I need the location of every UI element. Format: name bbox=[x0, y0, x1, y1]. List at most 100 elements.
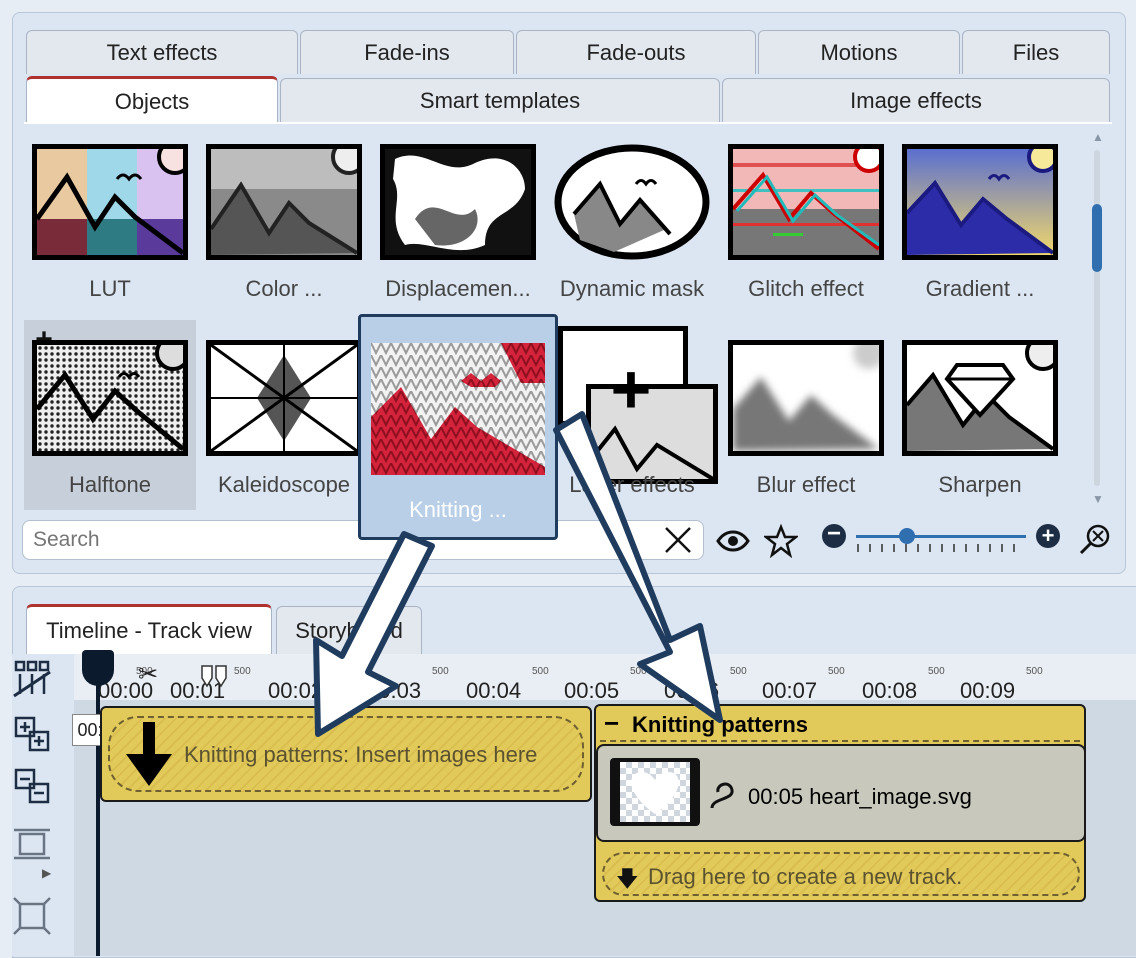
tab-motions[interactable]: Motions bbox=[758, 30, 960, 74]
star-icon[interactable] bbox=[762, 523, 800, 559]
ruler-sub-label: 500 bbox=[234, 666, 251, 677]
effect-tile-kaleidoscope[interactable]: Kaleidoscope bbox=[198, 320, 370, 510]
chevron-right-icon[interactable]: ▶ bbox=[42, 866, 51, 880]
color-thumbnail-icon bbox=[206, 144, 362, 260]
blur-thumbnail-icon bbox=[728, 340, 884, 456]
remove-track-icon[interactable] bbox=[12, 766, 52, 806]
glitch-thumbnail-icon bbox=[728, 144, 884, 260]
zoom-fit-icon[interactable] bbox=[1078, 522, 1112, 556]
kaleidoscope-thumbnail-icon bbox=[206, 340, 362, 456]
expand-track-icon[interactable] bbox=[12, 824, 52, 864]
effect-label: LUT bbox=[89, 276, 131, 301]
tab-smart-templates[interactable]: Smart templates bbox=[280, 78, 720, 122]
playhead-line[interactable] bbox=[96, 654, 100, 956]
effect-label: Layer effects bbox=[569, 472, 695, 497]
effect-label: Kaleidoscope bbox=[217, 472, 351, 497]
fit-track-icon[interactable] bbox=[12, 896, 52, 936]
ruler-sub-label: 500 bbox=[828, 666, 845, 677]
tab-timeline-track-view[interactable]: Timeline - Track view bbox=[26, 604, 272, 654]
halftone-thumbnail-icon bbox=[32, 340, 188, 456]
tab-label: Fade-ins bbox=[364, 39, 450, 65]
scroll-thumb[interactable] bbox=[1092, 204, 1102, 272]
lut-thumbnail-icon bbox=[32, 144, 188, 260]
ruler-sub-label: 500 bbox=[928, 666, 945, 677]
add-track-icon[interactable] bbox=[12, 714, 52, 754]
zoom-slider-track[interactable] bbox=[856, 535, 1026, 538]
effect-tile-blur[interactable]: Blur effect bbox=[720, 320, 892, 510]
effect-tile-lut[interactable]: LUT bbox=[24, 124, 196, 314]
scissors-icon[interactable]: ✂ bbox=[138, 660, 158, 689]
effect-tile-color[interactable]: Color ... bbox=[198, 124, 370, 314]
tab-storyboard[interactable]: Storyboard bbox=[276, 606, 422, 654]
tab-files[interactable]: Files bbox=[962, 30, 1110, 74]
track-divider bbox=[600, 740, 1080, 742]
tab-fade-ins[interactable]: Fade-ins bbox=[300, 30, 514, 74]
gradient-thumbnail-icon bbox=[902, 144, 1058, 260]
timeline-ruler[interactable]: 00:00 00:01 00:02 00:03 00:04 00:05 00:0… bbox=[74, 654, 1136, 703]
tracks-tool-icon[interactable] bbox=[12, 658, 52, 698]
collapse-icon[interactable]: − bbox=[604, 708, 619, 739]
scroll-rail bbox=[1094, 150, 1100, 486]
eye-icon[interactable] bbox=[716, 526, 750, 556]
ruler-sub-label: 500 bbox=[630, 666, 647, 677]
effect-tile-layer-effects[interactable]: + Layer effects bbox=[546, 320, 718, 510]
scroll-down-icon[interactable]: ▼ bbox=[1092, 492, 1104, 506]
tab-image-effects[interactable]: Image effects bbox=[722, 78, 1110, 122]
effect-tile-sharpen[interactable]: Sharpen bbox=[894, 320, 1066, 510]
effect-tile-dynamic-mask[interactable]: Dynamic mask bbox=[546, 124, 718, 314]
tab-text-effects[interactable]: Text effects bbox=[26, 30, 298, 74]
tab-label: Storyboard bbox=[295, 617, 403, 643]
effect-label: Color ... bbox=[245, 276, 323, 301]
scroll-up-icon[interactable]: ▲ bbox=[1092, 130, 1104, 144]
knitting-thumbnail-icon bbox=[371, 343, 545, 475]
zoom-out-icon[interactable]: − bbox=[822, 522, 846, 548]
effect-tile-displacement[interactable]: Displacemen... bbox=[372, 124, 544, 314]
effect-tile-glitch[interactable]: Glitch effect bbox=[720, 124, 892, 314]
tab-objects[interactable]: Objects bbox=[26, 76, 278, 124]
sharpen-thumbnail-icon bbox=[902, 340, 1058, 456]
arrow-down-small-icon: 🡇 bbox=[616, 866, 639, 891]
tab-label: Text effects bbox=[106, 39, 218, 65]
heart-thumbnail-icon bbox=[620, 762, 690, 822]
track-group-title: Knitting patterns bbox=[632, 712, 808, 737]
dragged-effect-knitting[interactable]: Knitting ... bbox=[358, 314, 558, 540]
clear-search-icon[interactable] bbox=[662, 524, 694, 556]
effect-label: Glitch effect bbox=[748, 276, 864, 301]
ruler-sub-label: 500 bbox=[432, 666, 449, 677]
tab-label: Motions bbox=[820, 39, 898, 65]
ruler-sub-label: 500 bbox=[532, 666, 549, 677]
effect-label: Blur effect bbox=[756, 472, 856, 497]
marker-icon[interactable] bbox=[200, 664, 230, 688]
clip-info: 00:05 heart_image.svg bbox=[748, 784, 972, 810]
zoom-in-icon[interactable]: + bbox=[1036, 524, 1060, 548]
arrow-down-icon bbox=[124, 722, 174, 790]
tab-fade-outs[interactable]: Fade-outs bbox=[516, 30, 756, 74]
tab-label: Smart templates bbox=[419, 87, 581, 113]
tab-label: Image effects bbox=[850, 87, 982, 113]
effect-label: Sharpen bbox=[938, 472, 1022, 497]
effect-label: Gradient ... bbox=[925, 276, 1035, 301]
tab-label: Fade-outs bbox=[586, 39, 686, 65]
ruler-sub-label: 500 bbox=[730, 666, 747, 677]
effect-label: Dynamic mask bbox=[559, 276, 705, 301]
clip-name: heart_image.svg bbox=[809, 784, 972, 809]
tab-label: Files bbox=[1012, 39, 1060, 65]
insert-images-hint: Knitting patterns: Insert images here bbox=[184, 742, 538, 767]
dynamic-mask-thumbnail-icon bbox=[554, 144, 710, 260]
dragged-effect-label: Knitting ... bbox=[409, 497, 507, 522]
playhead-handle-icon[interactable] bbox=[82, 650, 114, 686]
ruler-sub-label: 500 bbox=[334, 666, 351, 677]
tab-label: Objects bbox=[114, 88, 190, 114]
ruler-sub-label: 500 bbox=[1026, 666, 1043, 677]
effect-label: Displacemen... bbox=[385, 276, 531, 301]
new-track-hint: Drag here to create a new track. bbox=[648, 864, 963, 889]
effect-label: Halftone bbox=[69, 472, 151, 497]
effect-tile-gradient[interactable]: Gradient ... bbox=[894, 124, 1066, 314]
plus-icon: + bbox=[610, 350, 652, 428]
clip-thumbnail bbox=[610, 758, 700, 826]
effect-tile-halftone[interactable]: + Halftone bbox=[24, 320, 196, 510]
clip-duration: 00:05 bbox=[748, 784, 804, 809]
displacement-thumbnail-icon bbox=[380, 144, 536, 260]
tab-label: Timeline - Track view bbox=[46, 617, 252, 643]
zoom-slider-thumb[interactable] bbox=[899, 528, 915, 544]
